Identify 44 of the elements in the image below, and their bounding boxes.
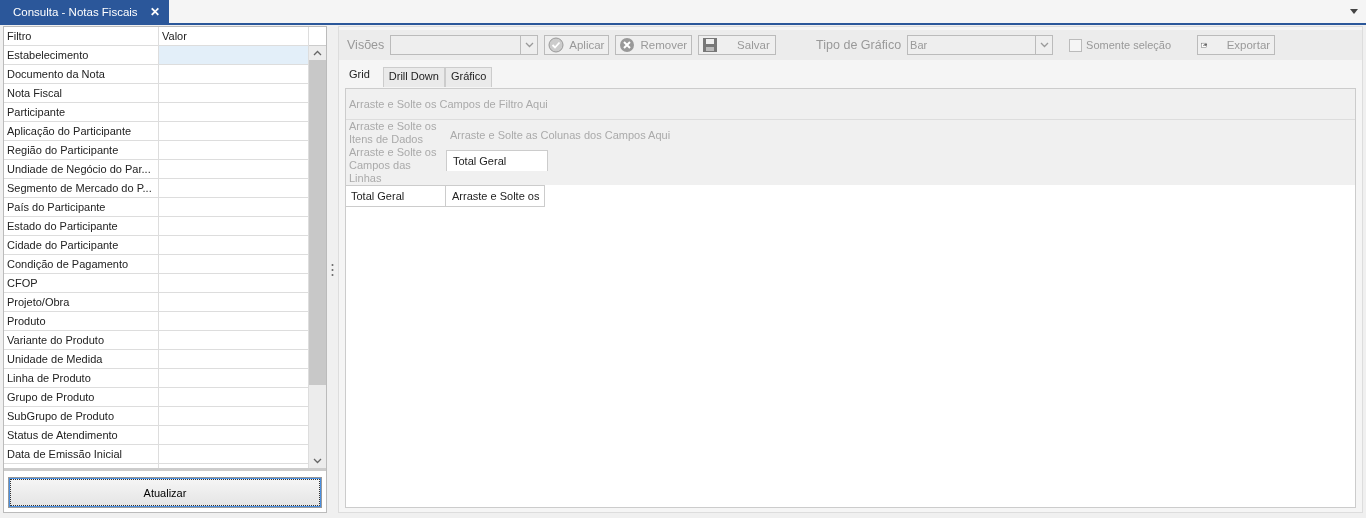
remove-circle-icon — [619, 37, 636, 53]
table-cell[interactable]: Região do Participante — [4, 141, 159, 160]
scrollbar[interactable] — [309, 46, 326, 468]
table-cell[interactable]: Documento da Nota — [4, 65, 159, 84]
table-cell[interactable]: CFOP — [4, 274, 159, 293]
table-cell[interactable]: País do Participante — [4, 198, 159, 217]
document-tab-title: Consulta - Notas Fiscais — [13, 5, 138, 18]
document-tab[interactable]: Consulta - Notas Fiscais ✕ — [0, 0, 169, 23]
table-cell[interactable]: Unidade de Medida — [4, 350, 159, 369]
table-cell: Arraste e Solte os — [446, 185, 545, 207]
table-cell[interactable]: Aplicação do Participante — [4, 122, 159, 141]
dropdown-arrow-icon[interactable] — [1350, 9, 1358, 14]
table-cell[interactable]: Cidade do Participante — [4, 236, 159, 255]
table-cell[interactable]: Segmento de Mercado do P... — [4, 179, 159, 198]
column-header[interactable]: Filtro — [4, 27, 159, 46]
table-cell[interactable]: SubGrupo de Produto — [4, 407, 159, 426]
column-total-header: Total Geral — [446, 150, 548, 171]
value-cell[interactable] — [159, 46, 308, 65]
table-cell[interactable]: Status de Atendimento — [4, 426, 159, 445]
chart-type-label: Tipo de Gráfico — [816, 38, 902, 52]
refresh-button[interactable]: Atualizar — [8, 477, 322, 508]
table-cell[interactable]: Variante do Produto — [4, 331, 159, 350]
table-cell[interactable]: Produto — [4, 312, 159, 331]
check-circle-icon — [548, 37, 565, 53]
table-cell[interactable]: Estabelecimento — [4, 46, 159, 65]
table-cell[interactable]: Nota Fiscal — [4, 84, 159, 103]
tab[interactable]: Drill Down — [382, 67, 445, 87]
scroll-down-icon[interactable] — [313, 458, 322, 464]
tab[interactable]: Gráfico — [444, 67, 493, 87]
table-cell[interactable]: Participante — [4, 103, 159, 122]
table-cell[interactable]: Undiade de Negócio do Par... — [4, 160, 159, 179]
chevron-down-icon — [1039, 42, 1049, 48]
chevron-down-icon — [524, 42, 534, 48]
row-total-header: Total Geral — [346, 185, 446, 207]
table-cell[interactable]: Condição de Pagamento — [4, 255, 159, 274]
views-label: Visões — [347, 38, 385, 52]
table-cell[interactable]: Data de Emissão Inicial — [4, 445, 159, 464]
table-cell[interactable]: Linha de Produto — [4, 369, 159, 388]
scroll-up-icon[interactable] — [313, 50, 322, 56]
splitter-grip-icon[interactable] — [330, 262, 334, 277]
table-cell[interactable]: Estado do Participante — [4, 217, 159, 236]
table-cell[interactable]: Projeto/Obra — [4, 293, 159, 312]
table-cell[interactable]: Grupo de Produto — [4, 388, 159, 407]
close-icon[interactable]: ✕ — [149, 4, 160, 19]
